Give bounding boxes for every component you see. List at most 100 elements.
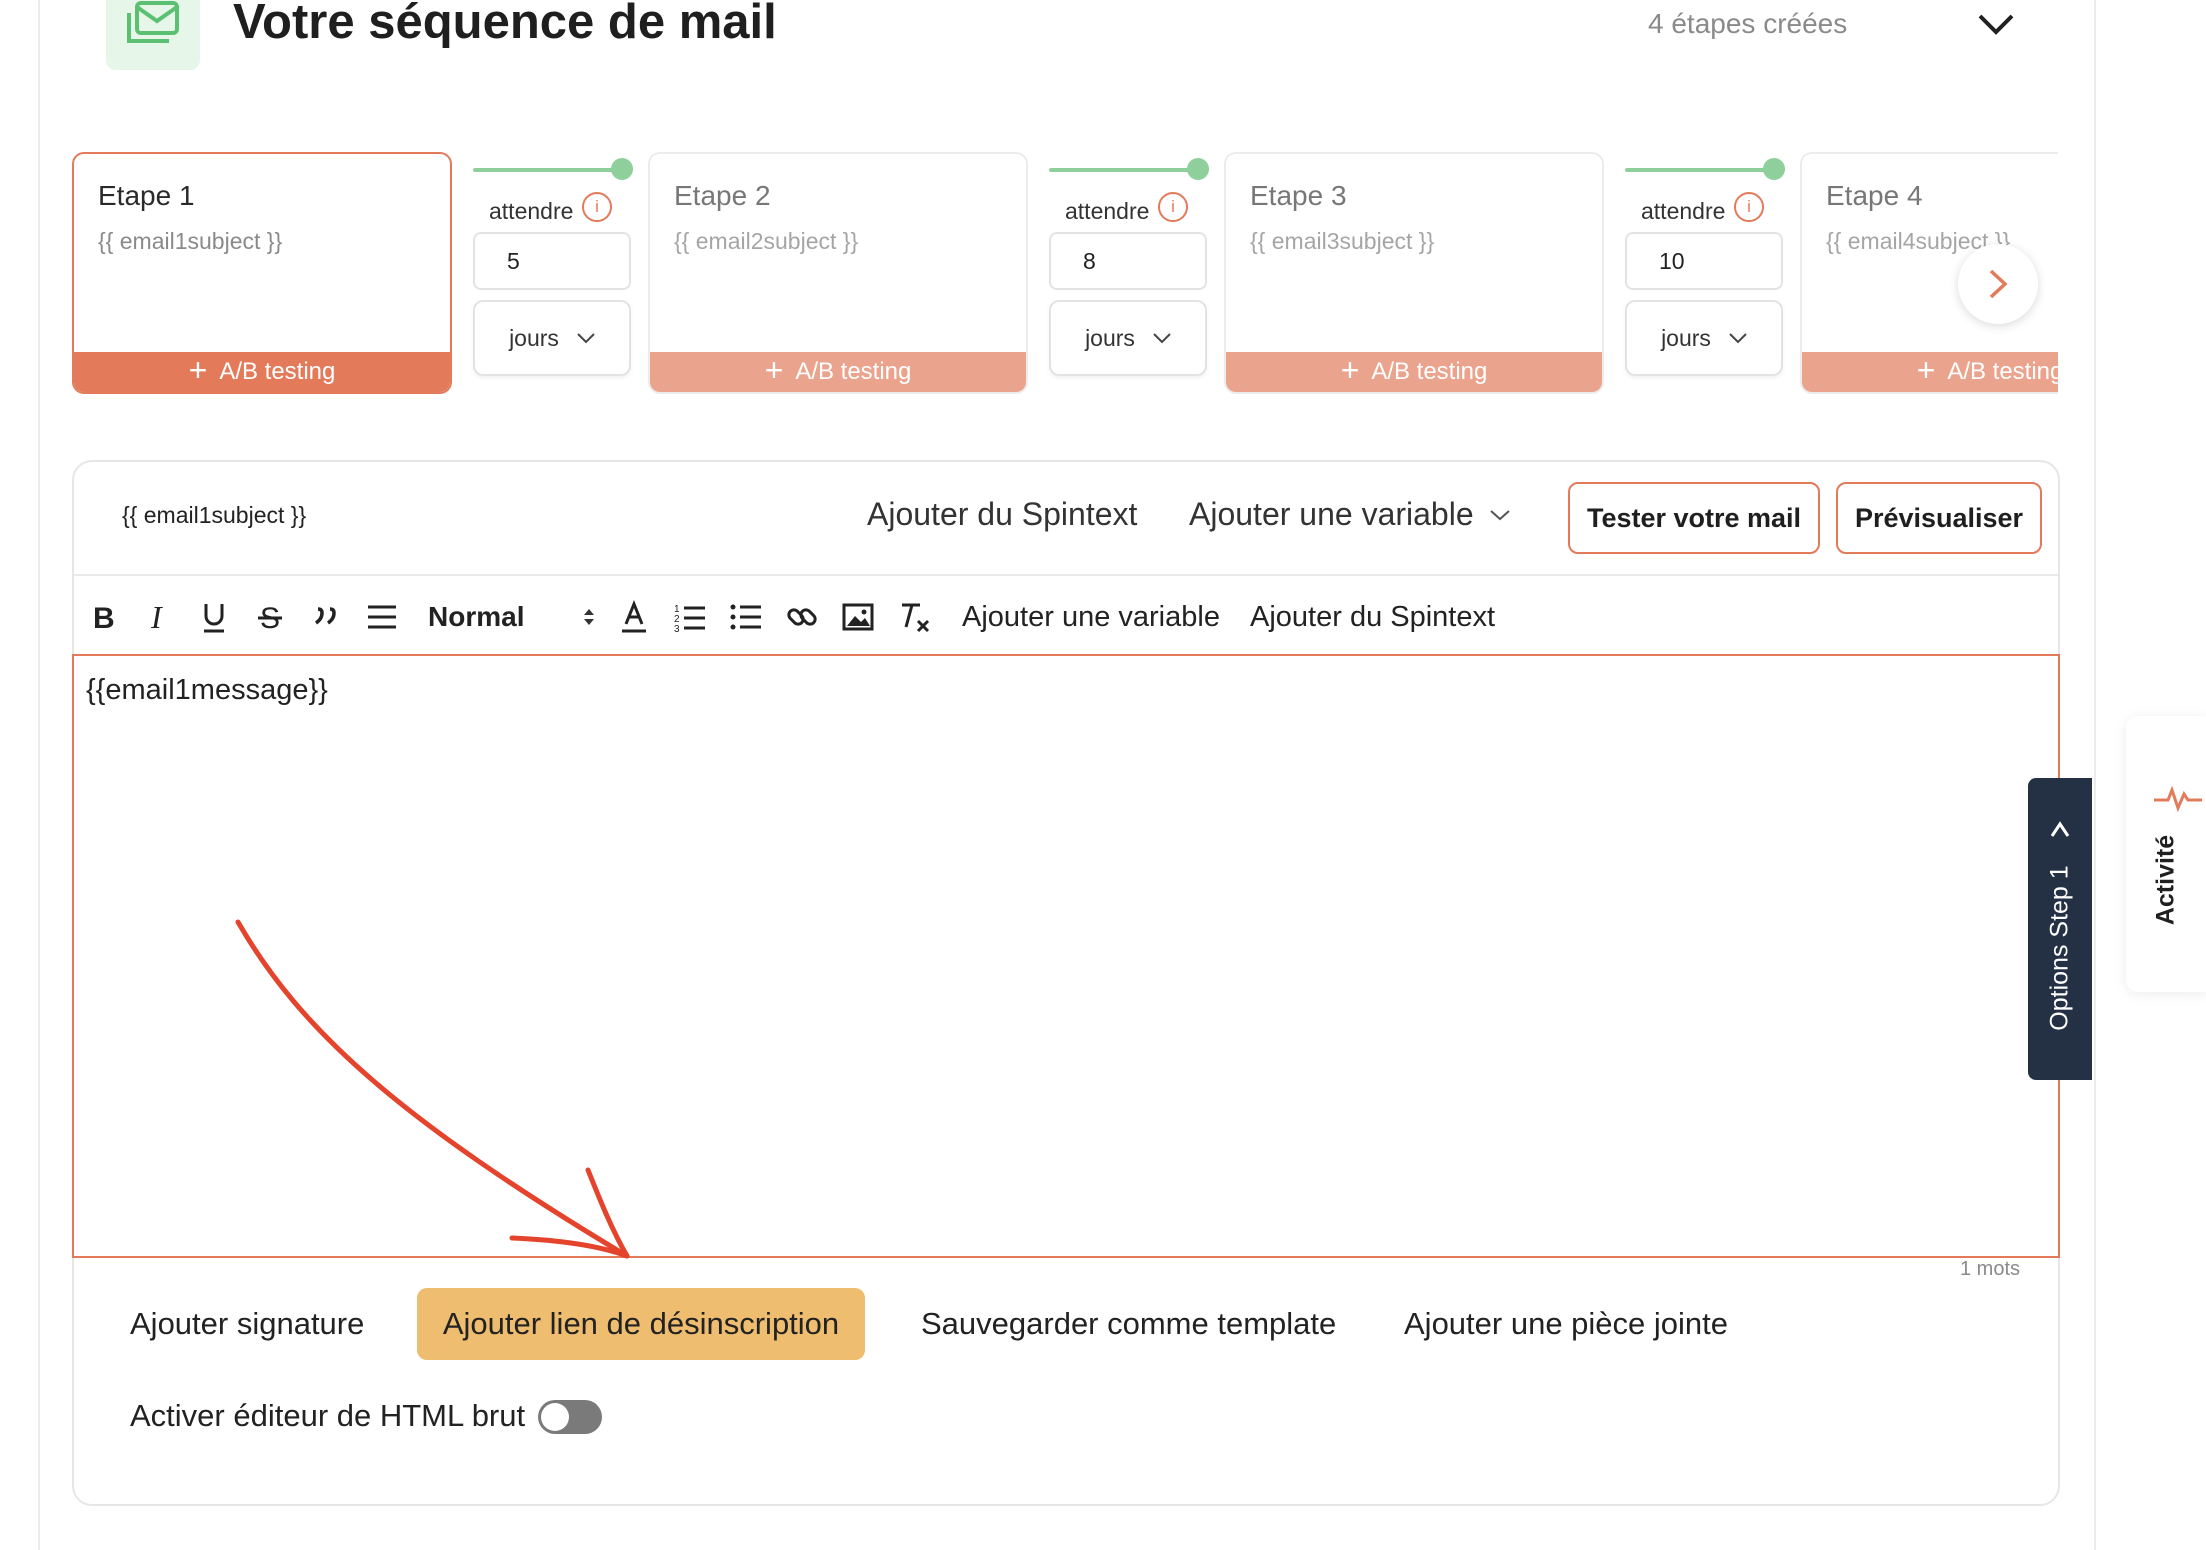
connector-line [473,168,617,172]
step-title: Etape 1 [98,180,195,211]
strikethrough-icon[interactable]: S [253,596,287,638]
options-step-tab[interactable]: Options Step 1 [2028,778,2092,1080]
image-icon[interactable] [840,596,876,638]
divider [74,574,2058,576]
wait-unit-label: jours [1085,324,1135,351]
wait-unit-select[interactable]: jours [1625,300,1783,376]
ordered-list-icon[interactable]: 123 [672,596,708,638]
message-editor[interactable] [72,654,2060,1258]
step-subject: {{ email1subject }} [98,228,283,254]
wait-delay-2: attendre i 8 jours [1049,158,1209,388]
step-title: Etape 3 [1250,180,1347,211]
ab-testing-button[interactable]: + A/B testing [74,352,450,392]
svg-text:3: 3 [674,624,680,632]
connector-line [1049,168,1193,172]
updown-icon [584,609,594,625]
add-spintext-button[interactable]: Ajouter du Spintext [867,496,1137,533]
info-icon[interactable]: i [582,192,612,222]
ab-testing-label: A/B testing [1371,358,1488,385]
step-subject: {{ email3subject }} [1250,228,1435,254]
add-attachment-button[interactable]: Ajouter une pièce jointe [1404,1306,1728,1342]
clear-format-icon[interactable] [896,596,932,638]
step-card-2[interactable]: Etape 2 {{ email2subject }} + A/B testin… [648,152,1028,394]
connector-dot [611,158,633,180]
wait-unit-label: jours [509,324,559,351]
wait-unit-select[interactable]: jours [1049,300,1207,376]
chevron-down-icon [1153,333,1171,344]
plus-icon: + [764,352,784,388]
italic-icon[interactable]: I [142,596,176,638]
add-variable-label: Ajouter une variable [1189,496,1474,532]
test-mail-button[interactable]: Tester votre mail [1568,482,1820,554]
steps-count: 4 étapes créées [1648,8,1848,39]
options-step-label: Options Step 1 [2045,865,2074,1031]
subject-input[interactable]: {{ email1subject }} [122,502,306,529]
connector-dot [1187,158,1209,180]
wait-label: attendre [1641,198,1726,224]
text-style-label: Normal [428,601,525,632]
preview-button[interactable]: Prévisualiser [1836,482,2042,554]
steps-strip: Etape 1 {{ email1subject }} + A/B testin… [70,140,2058,410]
bullet-list-icon[interactable] [728,596,764,638]
ab-testing-label: A/B testing [1947,358,2058,385]
plus-icon: + [1916,352,1936,388]
activity-icon [2154,786,2202,812]
underline-icon[interactable] [197,596,231,638]
wait-unit-select[interactable]: jours [473,300,631,376]
step-title: Etape 4 [1826,180,1923,211]
link-icon[interactable] [784,596,820,638]
add-signature-button[interactable]: Ajouter signature [130,1306,364,1342]
mail-sequence-icon [106,0,200,70]
toolbar-add-variable-button[interactable]: Ajouter une variable [962,596,1220,638]
ab-testing-label: A/B testing [219,358,336,385]
chevron-down-icon [1489,509,1510,520]
info-icon[interactable]: i [1158,192,1188,222]
bold-icon[interactable]: B [86,596,120,638]
align-icon[interactable] [364,596,400,638]
connector-line [1625,168,1769,172]
add-variable-dropdown[interactable]: Ajouter une variable [1189,496,1510,533]
info-icon[interactable]: i [1734,192,1764,222]
chevron-right-icon [1989,269,2008,299]
step-subject: {{ email2subject }} [674,228,859,254]
wait-value-input[interactable]: 10 [1625,232,1783,290]
wait-delay-1: attendre i 5 jours [473,158,633,388]
raw-html-toggle[interactable] [538,1400,602,1434]
ab-testing-button[interactable]: + A/B testing [1226,352,1602,392]
wait-label: attendre [1065,198,1150,224]
raw-html-label: Activer éditeur de HTML brut [130,1398,526,1433]
svg-text:I: I [150,602,163,632]
save-template-button[interactable]: Sauvegarder comme template [921,1306,1336,1342]
text-color-icon[interactable] [617,596,651,638]
wait-unit-label: jours [1661,324,1711,351]
activity-tab[interactable]: Activité [2126,716,2206,992]
step-title: Etape 2 [674,180,771,211]
chevron-down-icon[interactable] [1974,6,2018,42]
next-steps-button[interactable] [1958,244,2038,324]
plus-icon: + [188,352,208,388]
word-count: 1 mots [1960,1258,2021,1280]
chevron-up-icon [2050,821,2070,837]
ab-testing-button[interactable]: + A/B testing [650,352,1026,392]
wait-value-input[interactable]: 8 [1049,232,1207,290]
toggle-knob [541,1403,569,1431]
ab-testing-label: A/B testing [795,358,912,385]
add-unsubscribe-link-button[interactable]: Ajouter lien de désinscription [417,1288,865,1360]
plus-icon: + [1340,352,1360,388]
activity-label: Activité [2151,834,2180,926]
chevron-down-icon [577,333,595,344]
wait-value-input[interactable]: 5 [473,232,631,290]
wait-label: attendre [489,198,574,224]
page-title: Votre séquence de mail [233,0,777,49]
message-text: {{email1message}} [86,674,328,706]
toolbar-add-spintext-button[interactable]: Ajouter du Spintext [1250,596,1495,638]
step-card-1[interactable]: Etape 1 {{ email1subject }} + A/B testin… [72,152,452,394]
connector-dot [1763,158,1785,180]
step-card-3[interactable]: Etape 3 {{ email3subject }} + A/B testin… [1224,152,1604,394]
wait-delay-3: attendre i 10 jours [1625,158,1785,388]
text-style-select[interactable]: Normal [428,596,596,638]
blockquote-icon[interactable] [309,596,343,638]
ab-testing-button[interactable]: + A/B testing [1802,352,2058,392]
svg-text:B: B [93,602,115,632]
chevron-down-icon [1729,333,1747,344]
